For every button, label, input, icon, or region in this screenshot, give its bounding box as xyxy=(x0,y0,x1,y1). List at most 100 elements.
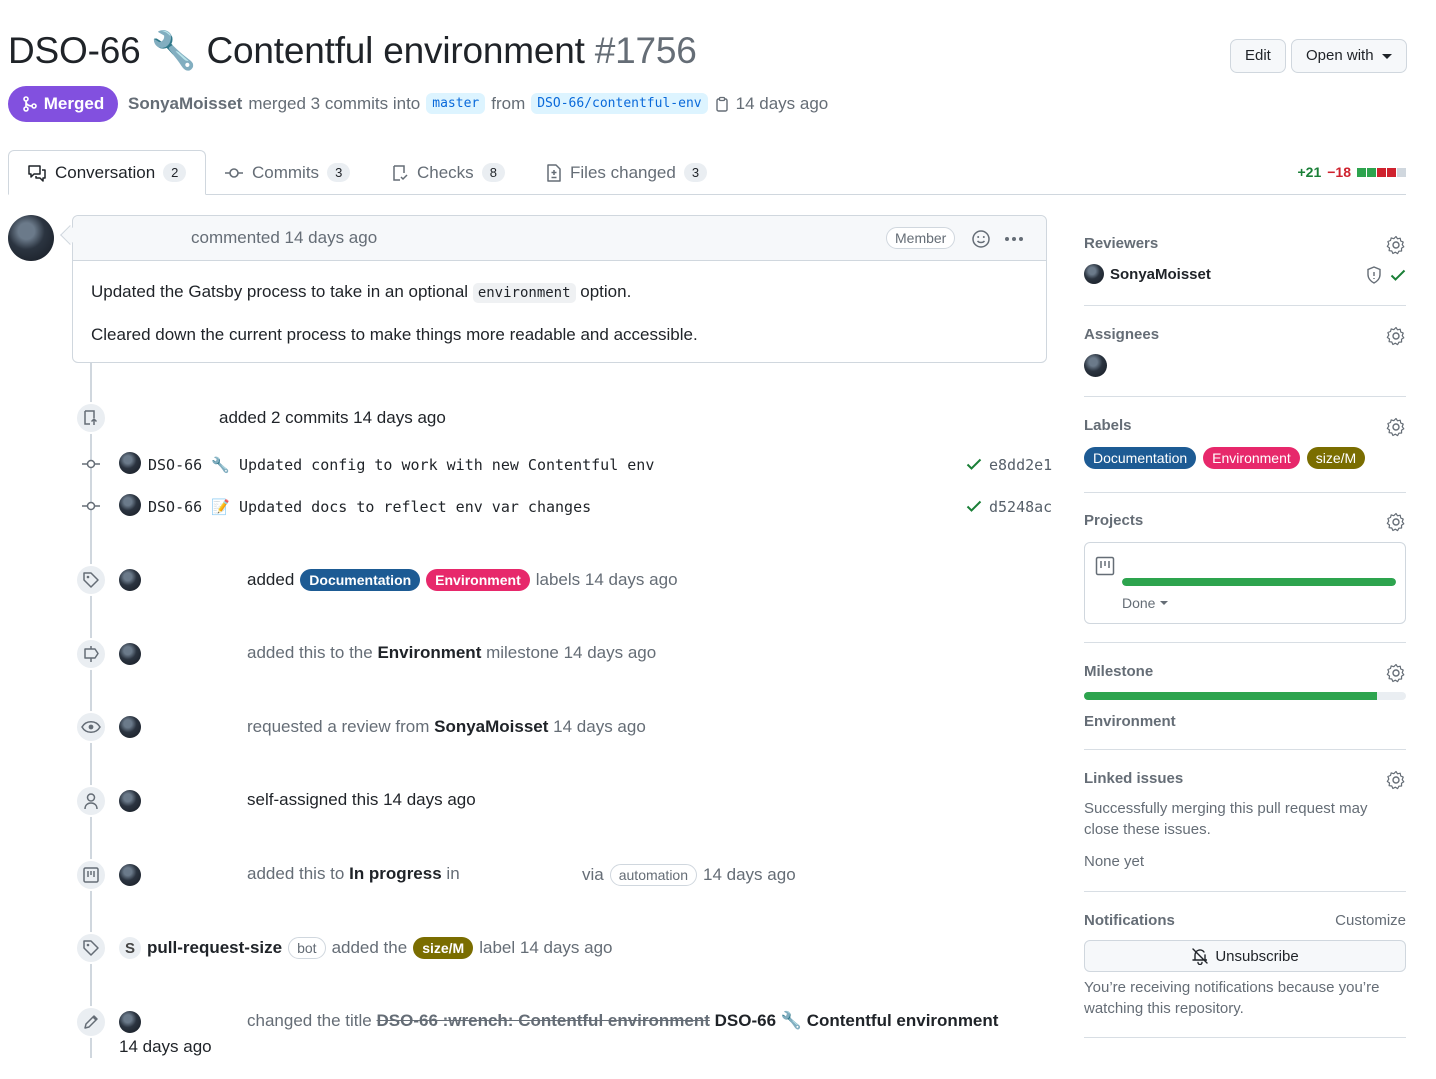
project-status-select[interactable]: Done xyxy=(1122,595,1169,611)
event-text: added the xyxy=(331,938,408,957)
assignee-avatar[interactable] xyxy=(1084,354,1107,377)
base-branch[interactable]: master xyxy=(426,93,486,114)
linked-issues-description: Successfully merging this pull request m… xyxy=(1084,800,1368,838)
tab-counter: 8 xyxy=(481,163,505,182)
reviewer-avatar[interactable] xyxy=(1084,264,1104,284)
tag-icon xyxy=(75,932,107,964)
eye-icon xyxy=(75,711,107,743)
sidebar-divider xyxy=(1084,492,1406,493)
triangle-down-icon xyxy=(1160,601,1169,605)
customize-link[interactable]: Customize xyxy=(1335,912,1406,929)
commit-message: Updated config to work with new Contentf… xyxy=(238,456,655,474)
label-environment[interactable]: Environment xyxy=(1203,447,1300,469)
actor-avatar[interactable] xyxy=(119,569,141,591)
repo-push-icon xyxy=(75,402,107,434)
actor-avatar[interactable] xyxy=(119,1011,141,1033)
commit-prefix: DSO-66 xyxy=(148,456,203,474)
edit-button[interactable]: Edit xyxy=(1230,39,1286,73)
label-documentation[interactable]: Documentation xyxy=(300,569,421,591)
tab-conversation[interactable]: Conversation 2 xyxy=(8,150,206,195)
tab-files-changed[interactable]: Files changed 3 xyxy=(528,150,725,195)
event-text: 14 days ago xyxy=(703,865,796,884)
comment-discussion-icon xyxy=(27,164,47,182)
commits-added-event: added 2 commits 14 days ago xyxy=(219,408,446,427)
unsubscribe-button[interactable]: Unsubscribe xyxy=(1084,940,1406,972)
gear-icon[interactable] xyxy=(1386,235,1406,255)
tab-counter: 2 xyxy=(163,163,187,182)
reviewers-heading[interactable]: Reviewers xyxy=(1084,235,1406,252)
gear-icon[interactable] xyxy=(1386,326,1406,346)
reviewer-link[interactable]: SonyaMoisset xyxy=(434,717,548,736)
git-merge-icon xyxy=(22,96,38,112)
milestone-name[interactable]: Environment xyxy=(1084,713,1176,730)
author-link[interactable]: SonyaMoisset xyxy=(128,94,242,114)
linked-issues-heading[interactable]: Linked issues xyxy=(1084,770,1406,787)
gear-icon[interactable] xyxy=(1386,417,1406,437)
event-text: labels 14 days ago xyxy=(535,570,678,589)
milestone-link[interactable]: Environment xyxy=(377,643,481,662)
sidebar-divider xyxy=(1084,891,1406,892)
open-with-button[interactable]: Open with xyxy=(1291,39,1407,73)
check-icon[interactable] xyxy=(966,457,982,471)
smiley-icon[interactable] xyxy=(971,229,991,249)
diffstat-blocks xyxy=(1357,167,1406,177)
actor-avatar[interactable] xyxy=(119,643,141,665)
bot-label-event: pull-request-size bot added the size/M l… xyxy=(147,937,613,959)
event-time: 14 days ago xyxy=(119,1037,212,1056)
sidebar-linked-issues: Linked issues Successfully merging this … xyxy=(1084,770,1406,874)
label-size-m[interactable]: size/M xyxy=(1306,447,1366,469)
git-commit-icon xyxy=(224,167,244,179)
actor-avatar[interactable] xyxy=(119,864,141,886)
check-icon xyxy=(1390,268,1406,282)
gear-icon[interactable] xyxy=(1386,663,1406,683)
kebab-horizontal-icon[interactable] xyxy=(1004,236,1024,242)
bot-link[interactable]: pull-request-size xyxy=(147,938,282,958)
commit-row[interactable]: DSO-66 🔧 Updated config to work with new… xyxy=(148,456,654,474)
milestone-heading[interactable]: Milestone xyxy=(1084,663,1406,680)
milestone-progress-fill xyxy=(1084,692,1378,700)
shield-icon xyxy=(1366,266,1382,284)
memo-emoji: 📝 xyxy=(211,498,230,516)
tab-counter: 3 xyxy=(683,163,708,182)
git-commit-icon xyxy=(82,500,100,512)
from-text: from xyxy=(491,93,526,113)
sidebar-divider xyxy=(1084,396,1406,397)
tab-commits[interactable]: Commits 3 xyxy=(206,150,368,195)
merge-text: merged 3 commits into xyxy=(248,93,421,113)
assignees-heading[interactable]: Assignees xyxy=(1084,326,1406,343)
project-icon xyxy=(1095,556,1115,576)
label-documentation[interactable]: Documentation xyxy=(1084,447,1197,469)
commit-author-avatar[interactable] xyxy=(119,452,141,474)
gear-icon[interactable] xyxy=(1386,770,1406,790)
commit-sha[interactable]: e8dd2e1 xyxy=(989,456,1052,474)
sidebar-divider xyxy=(1084,642,1406,643)
gear-icon[interactable] xyxy=(1386,512,1406,532)
diffstat: +21 −18 xyxy=(1298,164,1406,180)
commit-author-avatar[interactable] xyxy=(119,494,141,516)
project-card[interactable]: Done xyxy=(1084,542,1406,624)
commit-sha[interactable]: d5248ac xyxy=(989,498,1052,516)
tab-checks[interactable]: Checks 8 xyxy=(373,150,523,195)
head-branch[interactable]: DSO-66/contentful-env xyxy=(531,93,708,114)
tab-label: Commits xyxy=(252,162,320,182)
merged-state-badge: Merged xyxy=(8,86,118,122)
sidebar-reviewers: Reviewers SonyaMoisset xyxy=(1084,235,1406,289)
label-environment[interactable]: Environment xyxy=(426,569,530,591)
labels-heading[interactable]: Labels xyxy=(1084,417,1406,434)
copy-icon[interactable] xyxy=(714,96,730,112)
comment-header: commented 14 days ago Member xyxy=(73,216,1046,261)
projects-heading[interactable]: Projects xyxy=(1084,512,1406,529)
actor-avatar[interactable] xyxy=(119,790,141,812)
commit-row[interactable]: DSO-66 📝 Updated docs to reflect env var… xyxy=(148,498,591,516)
label-size-m[interactable]: size/M xyxy=(413,937,474,959)
bot-avatar[interactable]: S xyxy=(119,937,141,959)
event-text: milestone 14 days ago xyxy=(486,643,657,662)
sidebar-divider xyxy=(1084,1037,1406,1038)
actor-avatar[interactable] xyxy=(119,716,141,738)
review-requested-event: requested a review from SonyaMoisset 14 … xyxy=(247,717,646,737)
sidebar-notifications: Notifications Customize Unsubscribe You’… xyxy=(1084,912,1406,1022)
check-icon[interactable] xyxy=(966,499,982,513)
event-text: added xyxy=(247,570,295,589)
reviewer-name[interactable]: SonyaMoisset xyxy=(1110,266,1211,283)
author-avatar[interactable] xyxy=(8,215,54,261)
